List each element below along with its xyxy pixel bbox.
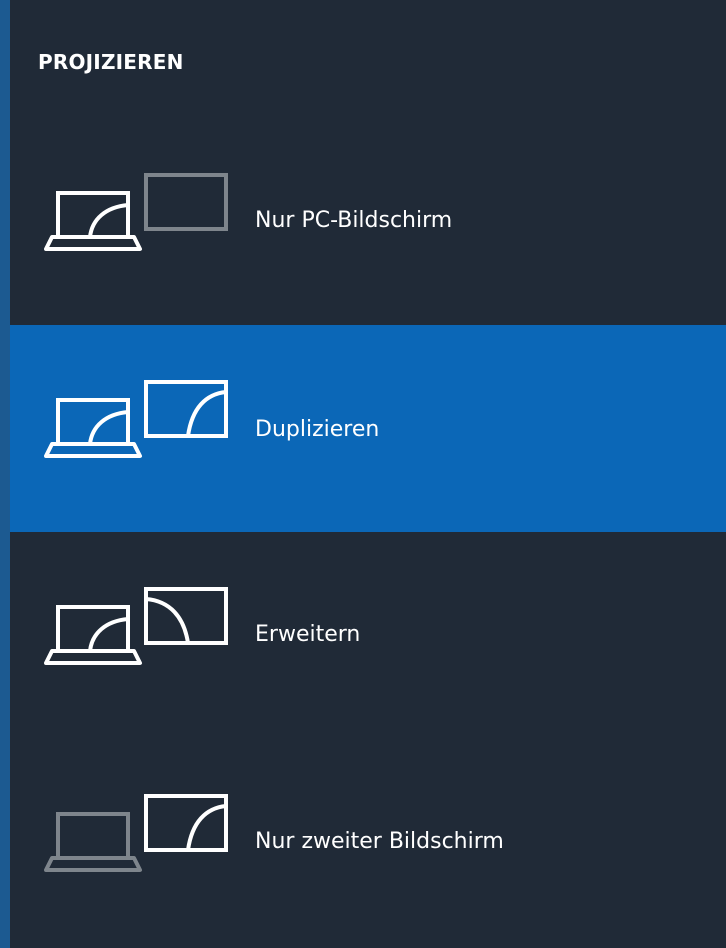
option-pc-only[interactable]: Nur PC-Bildschirm: [10, 118, 726, 325]
pc-screen-only-icon: [44, 173, 228, 251]
duplicate-icon: [44, 380, 228, 458]
option-label: Erweitern: [255, 622, 361, 647]
project-panel: PROJIZIEREN Nur PC-Bildschirm Dupliziere…: [0, 0, 726, 948]
option-extend[interactable]: Erweitern: [10, 532, 726, 739]
option-duplicate[interactable]: Duplizieren: [10, 325, 726, 532]
option-label: Nur PC-Bildschirm: [255, 208, 453, 233]
panel-edge: [0, 0, 10, 948]
panel-title: PROJIZIEREN: [38, 50, 184, 74]
second-screen-only-icon: [44, 794, 228, 872]
extend-icon: [44, 587, 228, 665]
option-label: Nur zweiter Bildschirm: [255, 829, 504, 854]
option-label: Duplizieren: [255, 417, 380, 442]
option-second-only[interactable]: Nur zweiter Bildschirm: [10, 739, 726, 946]
